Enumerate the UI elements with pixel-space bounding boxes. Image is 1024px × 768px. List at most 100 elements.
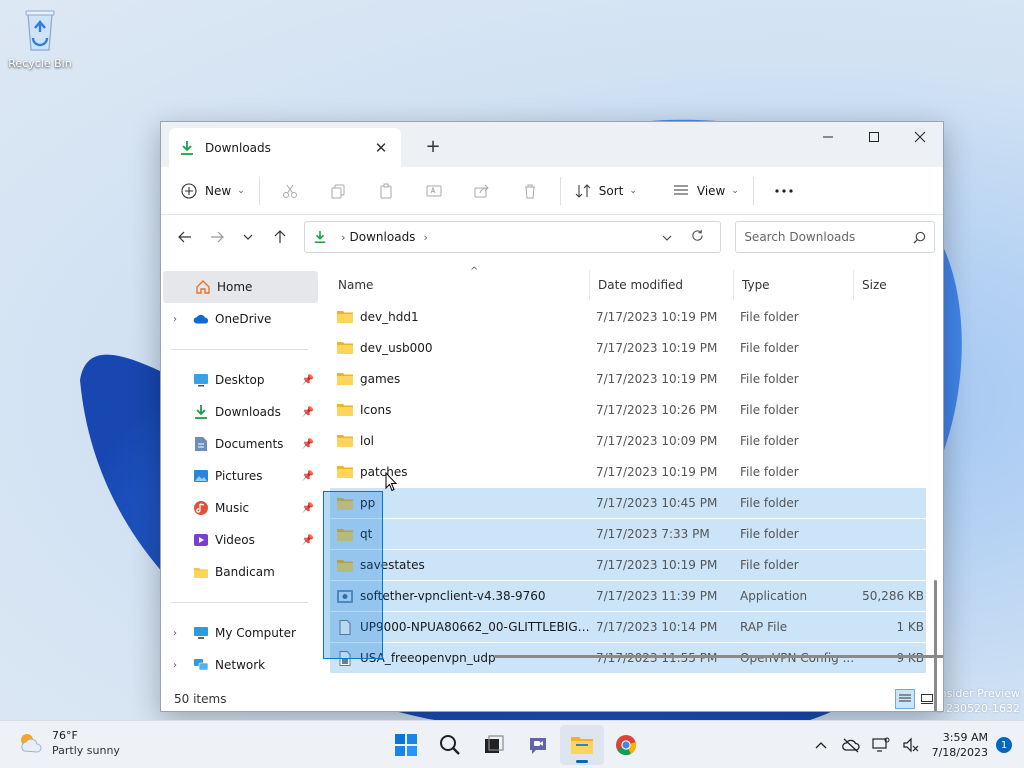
- maximize-button[interactable]: [851, 122, 897, 152]
- delete-button[interactable]: [506, 175, 554, 207]
- file-name-cell[interactable]: lol: [330, 433, 590, 448]
- rename-button[interactable]: [410, 175, 458, 207]
- teams-chat-button[interactable]: [516, 725, 560, 765]
- table-row[interactable]: lol 7/17/2023 10:09 PM File folder: [330, 425, 926, 456]
- table-row[interactable]: savestates 7/17/2023 10:19 PM File folder: [330, 549, 926, 580]
- table-row[interactable]: dev_usb000 7/17/2023 10:19 PM File folder: [330, 332, 926, 363]
- up-button[interactable]: [264, 221, 296, 253]
- nav-item-onedrive[interactable]: › OneDrive: [161, 303, 318, 335]
- tiles-view-button[interactable]: [917, 689, 937, 709]
- start-button[interactable]: [384, 725, 428, 765]
- table-row[interactable]: games 7/17/2023 10:19 PM File folder: [330, 363, 926, 394]
- address-history-button[interactable]: [652, 230, 682, 244]
- network-status-button[interactable]: [866, 730, 896, 760]
- table-row[interactable]: patches 7/17/2023 10:19 PM File folder: [330, 456, 926, 487]
- title-bar[interactable]: Downloads ✕ +: [161, 122, 943, 167]
- chevron-right-icon[interactable]: ›: [341, 231, 345, 244]
- volume-button[interactable]: [896, 730, 926, 760]
- back-button[interactable]: [169, 221, 201, 253]
- sort-button[interactable]: Sort ⌄: [567, 175, 645, 207]
- onedrive-offline-button[interactable]: [836, 730, 866, 760]
- weather-widget[interactable]: 76°F Partly sunny: [16, 728, 120, 758]
- nav-item-documents[interactable]: Documents 📌: [161, 428, 318, 460]
- address-bar[interactable]: › Downloads ›: [304, 221, 722, 253]
- new-button[interactable]: New ⌄: [173, 175, 253, 207]
- nav-item-pictures[interactable]: Pictures 📌: [161, 460, 318, 492]
- new-label: New: [205, 183, 232, 198]
- file-name-cell[interactable]: dev_hdd1: [330, 309, 590, 324]
- file-name-cell[interactable]: dev_usb000: [330, 340, 590, 355]
- table-row[interactable]: qt 7/17/2023 7:33 PM File folder: [330, 518, 926, 549]
- nav-divider: [171, 602, 308, 603]
- horizontal-scrollbar[interactable]: [494, 655, 943, 658]
- column-date-modified[interactable]: Date modified: [590, 269, 734, 300]
- file-name-cell[interactable]: USA_freeopenvpn_udp: [330, 650, 590, 666]
- file-name-cell[interactable]: Icons: [330, 402, 590, 417]
- recycle-bin[interactable]: Recycle Bin: [6, 8, 74, 70]
- clock[interactable]: 3:59 AM 7/18/2023: [932, 730, 988, 760]
- file-name-cell[interactable]: UP9000-NPUA80662_00-GLITTLEBIG00000...: [330, 619, 590, 635]
- chevron-right-icon[interactable]: ›: [173, 660, 177, 671]
- file-name-cell[interactable]: qt: [330, 527, 590, 542]
- chrome-icon: [616, 735, 637, 756]
- address-row: › Downloads ›: [161, 215, 943, 259]
- chevron-right-icon[interactable]: ›: [173, 314, 177, 325]
- table-row[interactable]: pp 7/17/2023 10:45 PM File folder: [330, 487, 926, 518]
- nav-item-home[interactable]: Home: [163, 271, 318, 303]
- paste-button[interactable]: [362, 175, 410, 207]
- file-explorer-taskbar-button[interactable]: [560, 725, 604, 765]
- table-row[interactable]: dev_hdd1 7/17/2023 10:19 PM File folder: [330, 301, 926, 332]
- forward-button[interactable]: [201, 221, 233, 253]
- breadcrumb-downloads[interactable]: Downloads: [350, 230, 416, 244]
- refresh-button[interactable]: [682, 229, 712, 245]
- column-size[interactable]: Size: [854, 270, 932, 300]
- tab-downloads[interactable]: Downloads ✕: [169, 128, 401, 167]
- chrome-button[interactable]: [604, 725, 648, 765]
- see-more-button[interactable]: [760, 175, 808, 207]
- file-name-cell[interactable]: patches: [330, 464, 590, 479]
- file-size-cell: 50,286 KB: [862, 589, 924, 603]
- view-button[interactable]: View ⌄: [665, 175, 747, 207]
- notification-badge[interactable]: 1: [996, 737, 1012, 753]
- minimize-button[interactable]: [805, 122, 851, 152]
- chevron-right-icon[interactable]: ›: [423, 231, 427, 244]
- table-row[interactable]: Icons 7/17/2023 10:26 PM File folder: [330, 394, 926, 425]
- close-tab-button[interactable]: ✕: [371, 138, 391, 158]
- table-row[interactable]: UP9000-NPUA80662_00-GLITTLEBIG00000... 7/…: [330, 611, 926, 642]
- share-icon: [474, 184, 489, 197]
- task-view-button[interactable]: [472, 725, 516, 765]
- downloads-icon: [181, 140, 193, 155]
- nav-item-downloads[interactable]: Downloads 📌: [161, 396, 318, 428]
- share-button[interactable]: [458, 175, 506, 207]
- maximize-icon: [869, 132, 879, 142]
- new-tab-button[interactable]: +: [419, 134, 447, 158]
- file-name-cell[interactable]: games: [330, 371, 590, 386]
- nav-item-network[interactable]: › Network: [161, 649, 318, 681]
- nav-item-my-computer[interactable]: › My Computer: [161, 617, 318, 649]
- partly-sunny-icon: [21, 734, 42, 753]
- nav-item-desktop[interactable]: Desktop 📌: [161, 364, 318, 396]
- nav-item-label: Home: [217, 280, 253, 294]
- nav-item-label: Music: [215, 501, 250, 515]
- show-hidden-icons-button[interactable]: [806, 730, 836, 760]
- file-name-cell[interactable]: savestates: [330, 558, 590, 573]
- column-name[interactable]: Name: [330, 269, 590, 300]
- cut-button[interactable]: [266, 175, 314, 207]
- table-row[interactable]: softether-vpnclient-v4.38-9760 7/17/2023 …: [330, 580, 926, 611]
- recent-locations-button[interactable]: [233, 221, 265, 253]
- chevron-right-icon[interactable]: ›: [173, 628, 177, 639]
- close-window-button[interactable]: [897, 122, 943, 152]
- file-type-cell: File folder: [740, 464, 799, 479]
- column-type[interactable]: Type: [734, 269, 854, 300]
- music-icon: [193, 500, 209, 516]
- details-view-button[interactable]: [895, 689, 915, 709]
- nav-item-bandicam[interactable]: Bandicam: [161, 556, 318, 588]
- copy-button[interactable]: [314, 175, 362, 207]
- nav-item-videos[interactable]: Videos 📌: [161, 524, 318, 556]
- file-name-cell[interactable]: softether-vpnclient-v4.38-9760: [330, 589, 590, 604]
- search-box[interactable]: [735, 221, 936, 253]
- search-button[interactable]: [428, 725, 472, 765]
- file-name-cell[interactable]: pp: [330, 496, 590, 511]
- search-input[interactable]: [744, 230, 914, 244]
- nav-item-music[interactable]: Music 📌: [161, 492, 318, 524]
